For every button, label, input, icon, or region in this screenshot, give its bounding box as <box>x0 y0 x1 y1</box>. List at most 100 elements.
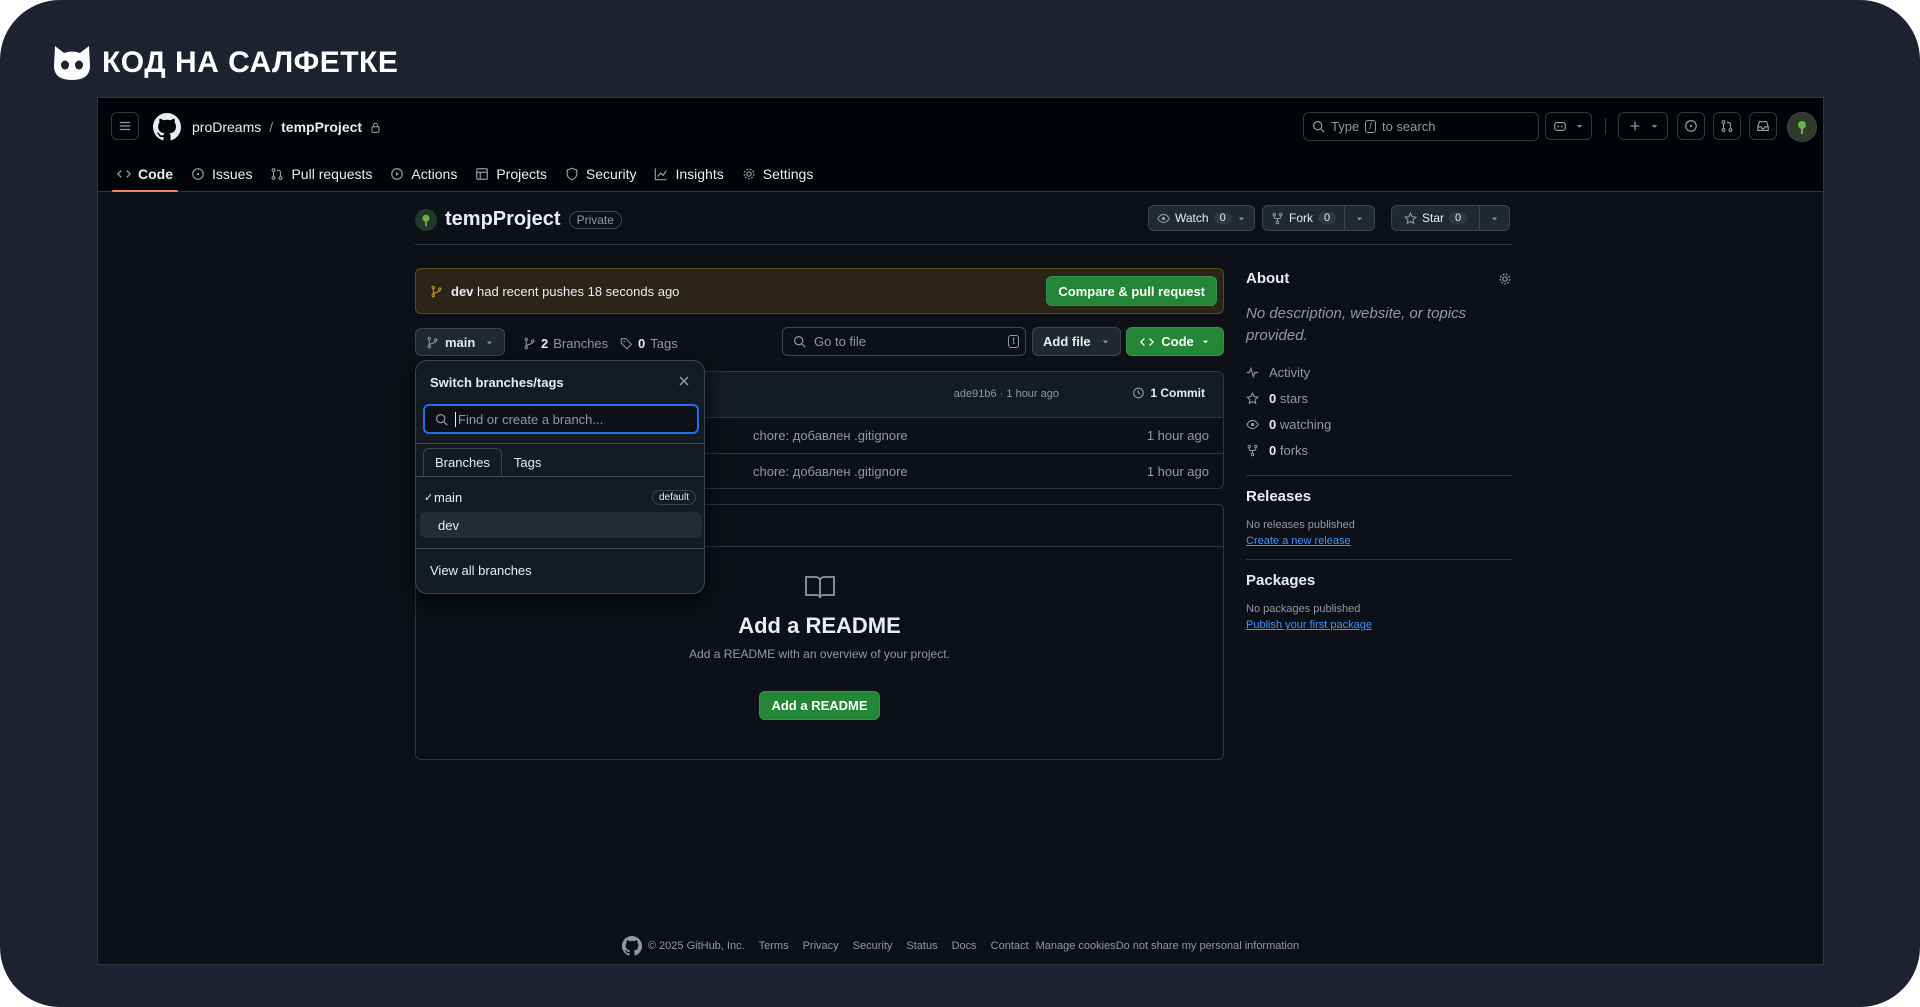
tab-tags[interactable]: Tags <box>502 448 553 476</box>
footer-link-privacy[interactable]: Privacy <box>803 940 839 952</box>
star-dropdown[interactable] <box>1479 206 1509 230</box>
tab-pull-requests[interactable]: Pull requests <box>261 156 381 192</box>
github-logo-icon[interactable] <box>621 936 642 956</box>
watch-button[interactable]: Watch 0 <box>1148 205 1255 231</box>
divider <box>416 443 704 444</box>
banner-text: had recent pushes 18 seconds ago <box>477 283 680 299</box>
branch-name: main <box>434 489 463 505</box>
footer-link-terms[interactable]: Terms <box>759 940 789 952</box>
tab-issues[interactable]: Issues <box>182 156 261 192</box>
commits-link[interactable]: 1 Commit <box>1131 386 1205 400</box>
code-icon <box>1140 337 1155 346</box>
go-to-file-placeholder: Go to file <box>814 334 867 349</box>
tab-actions[interactable]: Actions <box>381 156 466 192</box>
footer-link-manage-cookies[interactable]: Manage cookies <box>1036 940 1116 952</box>
tab-insights[interactable]: Insights <box>645 156 732 192</box>
star-count: 0 <box>1449 212 1468 224</box>
github-window: proDreams / tempProject Type / to search <box>97 97 1824 965</box>
watching-count: 0 <box>1269 416 1277 432</box>
footer-link-do-not-share[interactable]: Do not share my personal information <box>1116 940 1299 952</box>
create-release-link[interactable]: Create a new release <box>1246 535 1512 547</box>
publish-package-link[interactable]: Publish your first package <box>1246 619 1512 631</box>
global-search-input[interactable]: Type / to search <box>1303 112 1539 141</box>
code-button[interactable]: Code <box>1126 327 1224 356</box>
branches-link[interactable]: 2 Branches <box>523 336 608 351</box>
tab-label: Insights <box>675 166 724 182</box>
file-commit-message[interactable]: chore: добавлен .gitignore <box>753 428 908 443</box>
banner-branch[interactable]: dev <box>451 284 473 299</box>
chevron-down-icon <box>1202 340 1208 344</box>
packages-title[interactable]: Packages <box>1246 572 1512 589</box>
tags-label: Tags <box>650 336 678 351</box>
fork-button[interactable]: Fork 0 <box>1262 205 1376 231</box>
branch-selector-button[interactable]: main <box>415 328 506 356</box>
sidebar: About No description, website, or topics… <box>1246 270 1512 631</box>
copilot-button[interactable] <box>1545 112 1592 140</box>
footer-link-contact[interactable]: Contact <box>991 940 1029 952</box>
check-icon: ✓ <box>424 491 434 504</box>
chevron-down-icon <box>1356 217 1363 220</box>
repo-title[interactable]: tempProject <box>445 208 561 231</box>
tags-link[interactable]: 0 Tags <box>620 336 678 351</box>
tab-label: Issues <box>212 166 253 182</box>
view-all-branches-link[interactable]: View all branches <box>430 563 532 578</box>
create-new-button[interactable] <box>1618 112 1668 140</box>
inbox-button[interactable] <box>1749 112 1777 140</box>
footer: © 2025 GitHub, Inc. Terms Privacy Securi… <box>98 936 1823 956</box>
hamburger-menu-button[interactable] <box>111 112 139 140</box>
watch-label: Watch <box>1175 211 1209 225</box>
compare-pull-request-button[interactable]: Compare & pull request <box>1046 276 1217 306</box>
branch-switcher-dropdown: Switch branches/tags Find or create a br… <box>415 360 705 594</box>
inbox-icon <box>1757 121 1769 131</box>
tab-label: Code <box>138 166 173 182</box>
stars-link[interactable]: 0 stars <box>1246 385 1512 411</box>
file-commit-time: 1 hour ago <box>1146 428 1209 443</box>
copilot-icon <box>1554 121 1566 131</box>
forks-link[interactable]: 0 forks <box>1246 437 1512 463</box>
activity-link[interactable]: Activity <box>1246 359 1512 385</box>
github-logo-icon[interactable] <box>153 113 181 141</box>
tab-label: Actions <box>411 166 458 182</box>
issue-icon <box>1685 120 1697 132</box>
chevron-down-icon <box>1651 125 1657 128</box>
repo-heading: tempProject Private <box>415 208 622 231</box>
owner-link[interactable]: proDreams <box>192 119 261 135</box>
readme-subtitle: Add a README with an overview of your pr… <box>689 647 950 661</box>
user-avatar[interactable] <box>1787 112 1817 142</box>
close-icon[interactable] <box>676 373 692 389</box>
file-commit-message[interactable]: chore: добавлен .gitignore <box>753 464 908 479</box>
branch-search-input[interactable]: Find or create a branch... <box>423 404 699 434</box>
tab-code[interactable]: Code <box>108 156 182 192</box>
gear-icon[interactable] <box>1498 272 1512 286</box>
presentation-frame: КОД НА САЛФЕТКЕ proDreams / tempProject … <box>0 0 1920 1007</box>
footer-link-security[interactable]: Security <box>853 940 893 952</box>
branch-item-main[interactable]: ✓ main default <box>420 484 702 510</box>
footer-link-docs[interactable]: Docs <box>952 940 977 952</box>
breadcrumb: proDreams / tempProject <box>192 119 381 135</box>
issues-button[interactable] <box>1677 112 1705 140</box>
star-icon <box>1246 391 1259 404</box>
pull-requests-button[interactable] <box>1713 112 1741 140</box>
add-file-button[interactable]: Add file <box>1032 327 1121 356</box>
code-icon <box>117 170 131 178</box>
watching-link[interactable]: 0 watching <box>1246 411 1512 437</box>
fork-dropdown[interactable] <box>1344 206 1374 230</box>
search-suffix: to search <box>1381 119 1436 134</box>
repo-link[interactable]: tempProject <box>281 119 362 135</box>
recent-push-banner: dev had recent pushes 18 seconds ago Com… <box>415 268 1224 314</box>
go-to-file-input[interactable]: Go to file t <box>782 327 1026 356</box>
issue-icon <box>192 168 204 180</box>
tab-settings[interactable]: Settings <box>733 156 823 192</box>
tab-projects[interactable]: Projects <box>466 156 556 192</box>
releases-title[interactable]: Releases <box>1246 488 1512 505</box>
latest-commit-info[interactable]: ade91b6 · 1 hour ago <box>954 388 1059 400</box>
tab-branches[interactable]: Branches <box>423 448 502 476</box>
branch-item-dev[interactable]: dev <box>420 512 702 538</box>
add-readme-button[interactable]: Add a README <box>759 691 880 720</box>
tab-label: Pull requests <box>291 166 373 182</box>
tab-label: Projects <box>496 166 547 182</box>
star-button[interactable]: Star 0 <box>1391 205 1511 231</box>
footer-link-status[interactable]: Status <box>906 940 937 952</box>
pull-request-icon <box>272 168 283 180</box>
tab-security[interactable]: Security <box>556 156 646 192</box>
